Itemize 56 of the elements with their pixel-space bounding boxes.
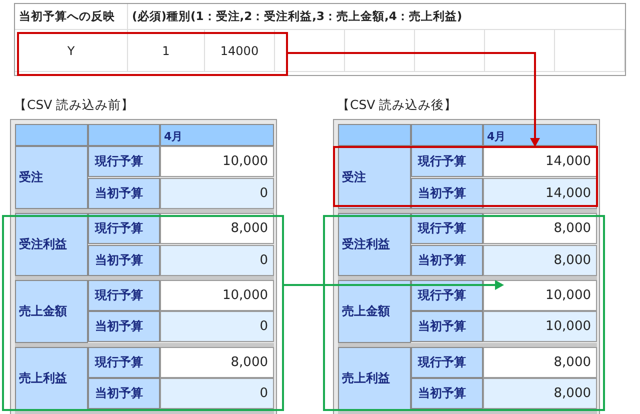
row-group-label: 受注利益 [15,213,88,276]
table-cell: Y [15,30,128,72]
row-label: 現行予算 [411,347,483,378]
value-cell: 0 [160,311,274,342]
row-group-label: 売上金額 [15,280,88,343]
row-label: 当初予算 [411,244,483,276]
table-cell: 1 [128,30,205,72]
row-label: 当初予算 [411,178,483,209]
row-label: 当初予算 [88,378,160,410]
value-cell: 8,000 [483,347,597,378]
row-group-label: 売上利益 [338,347,411,410]
row-label: 当初予算 [88,178,160,209]
row-label: 現行予算 [88,347,160,378]
row-label: 当初予算 [411,311,483,342]
table-cell [345,30,415,72]
header-cell [88,124,160,146]
value-cell: 10,000 [160,280,274,312]
row-group-label: 売上金額 [338,280,411,343]
value-cell: 0 [160,378,274,410]
value-cell: 8,000 [160,213,274,244]
value-cell: 8,000 [483,244,597,276]
row-group-label: 受注 [338,146,411,209]
table-cell [485,30,555,72]
value-cell: 14,000 [483,178,597,209]
column-header: 4月 [160,124,274,146]
row-label: 現行予算 [411,146,483,178]
row-group-label: 受注利益 [338,213,411,276]
row-group-label: 売上利益 [15,347,88,410]
value-cell: 8,000 [483,378,597,410]
value-cell: 14,000 [483,146,597,178]
section-title: 【CSV 読み込み前】 [13,97,136,114]
table-cell [415,30,485,72]
row-label: 現行予算 [411,280,483,312]
value-cell: 10,000 [483,311,597,342]
table-cell [555,30,625,72]
header-cell [411,124,483,146]
row-label: 現行予算 [411,213,483,244]
column-header: 4月 [483,124,597,146]
row-label: 現行予算 [88,280,160,312]
row-label: 当初予算 [411,378,483,410]
value-cell: 8,000 [160,347,274,378]
column-header: (必須)種別(1：受注,2：受注利益,3：売上金額,4：売上利益) [128,4,625,30]
value-cell: 8,000 [483,213,597,244]
value-cell: 10,000 [483,280,597,312]
value-cell: 0 [160,244,274,276]
column-header: 当初予算への反映 [15,4,128,30]
section-title: 【CSV 読み込み後】 [336,97,458,114]
value-cell: 10,000 [160,146,274,178]
row-label: 当初予算 [88,311,160,342]
table-cell: 14000 [205,30,275,72]
row-label: 当初予算 [88,244,160,276]
row-label: 現行予算 [88,146,160,178]
row-label: 現行予算 [88,213,160,244]
value-cell: 0 [160,178,274,209]
table-cell [275,30,345,72]
row-group-label: 受注 [15,146,88,209]
